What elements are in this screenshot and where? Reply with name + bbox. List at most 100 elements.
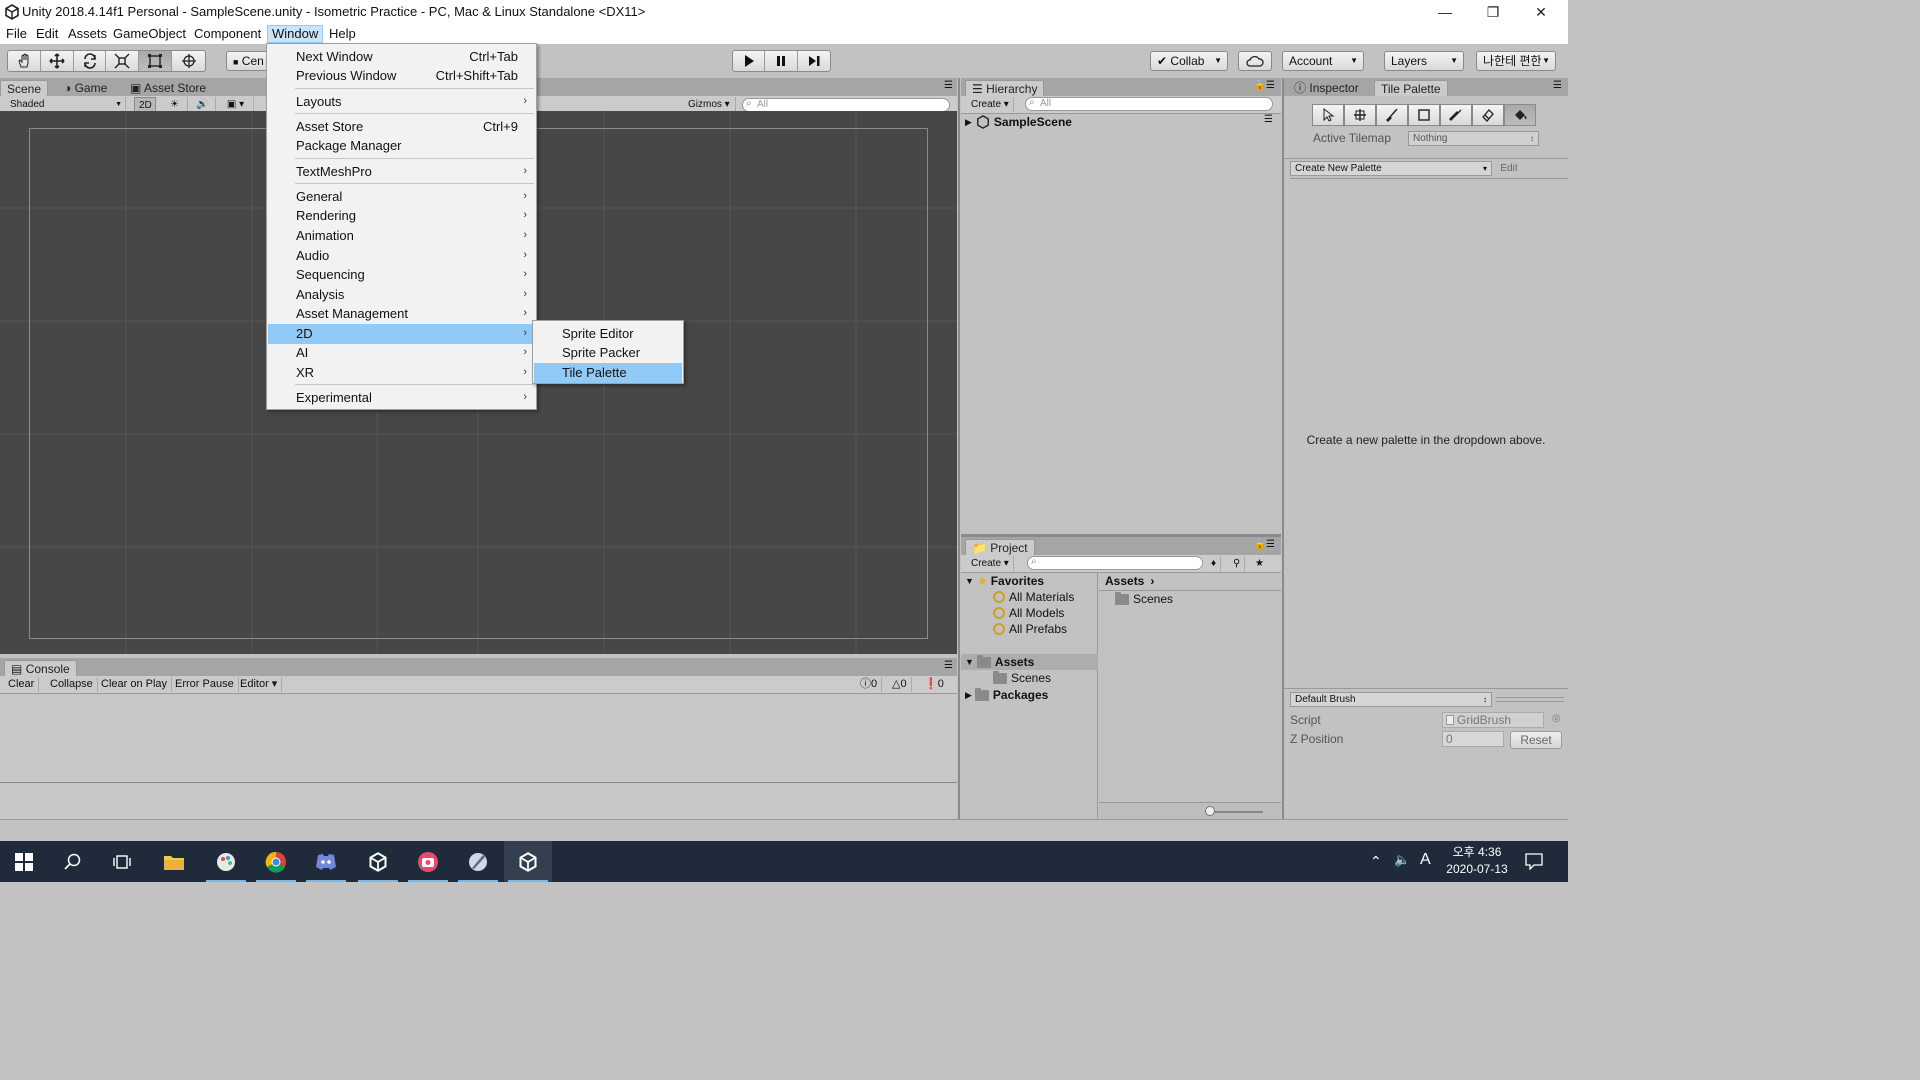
show-hidden-icons-chevron-icon[interactable]: ⌃ (1370, 853, 1382, 870)
console-error-toggle[interactable]: ❗0 (920, 677, 948, 692)
menu-tile-palette[interactable]: Tile Palette (534, 363, 682, 383)
shading-dropdown[interactable]: Shaded ▼ (6, 97, 126, 112)
discord-button[interactable] (302, 841, 350, 882)
menu-assets[interactable]: Assets (64, 25, 111, 43)
favorite-star-icon[interactable]: ★ (1251, 556, 1268, 571)
slider-handle[interactable] (1205, 806, 1215, 816)
panel-menu-icon[interactable]: ☰ (944, 80, 953, 91)
paint-app-button[interactable] (202, 841, 250, 882)
2d-toggle[interactable]: 2D (134, 97, 156, 112)
lighting-toggle-icon[interactable]: ☀ (162, 97, 188, 112)
close-button[interactable]: ✕ (1518, 0, 1564, 24)
tab-asset-store[interactable]: ▣ Asset Store (124, 80, 212, 96)
ime-indicator[interactable]: A (1420, 851, 1431, 869)
play-icon[interactable] (733, 51, 766, 71)
layers-dropdown[interactable]: Layers ▼ (1384, 51, 1464, 71)
chrome-button[interactable] (252, 841, 300, 882)
palette-dropdown[interactable]: Create New Palette ▾ (1290, 161, 1492, 176)
eraser-icon[interactable] (1472, 104, 1504, 126)
z-position-input[interactable]: 0 (1442, 731, 1504, 747)
menu-asset-store[interactable]: Asset Store Ctrl+9 (268, 117, 535, 137)
gizmos-dropdown[interactable]: Gizmos ▾ (684, 97, 736, 112)
menu-help[interactable]: Help (325, 25, 360, 43)
palette-edit-button[interactable]: Edit (1494, 161, 1524, 176)
notification-center-icon[interactable] (1524, 852, 1544, 873)
favorite-item[interactable]: All Models (993, 605, 1064, 621)
favorite-item[interactable]: All Prefabs (993, 621, 1067, 637)
menu-animation[interactable]: Animation › (268, 226, 535, 246)
hierarchy-create-dropdown[interactable]: Create ▾ (967, 97, 1014, 112)
icon-size-slider[interactable] (1209, 811, 1263, 813)
lock-and-menu-icon[interactable]: 🔒☰ (1254, 539, 1275, 550)
panel-menu-icon[interactable]: ☰ (944, 660, 953, 671)
menu-window[interactable]: Window (267, 25, 324, 43)
menu-analysis[interactable]: Analysis › (268, 285, 535, 305)
hierarchy-search-input[interactable]: All (1025, 97, 1273, 111)
menu-general[interactable]: General › (268, 187, 535, 207)
search-button[interactable] (49, 841, 97, 882)
pause-icon[interactable] (765, 51, 798, 71)
menu-experimental[interactable]: Experimental › (268, 388, 535, 408)
brush-panel-splitter[interactable] (1496, 697, 1564, 702)
move-tool-icon[interactable] (41, 51, 74, 71)
volume-icon[interactable]: 🔈 (1394, 852, 1410, 868)
menu-gameobject[interactable]: GameObject (109, 25, 190, 43)
file-explorer-button[interactable] (150, 841, 198, 882)
menu-sequencing[interactable]: Sequencing › (268, 265, 535, 285)
scene-root-row[interactable]: ▶ SampleScene (965, 114, 1072, 130)
breadcrumb[interactable]: Assets › (1105, 573, 1154, 589)
unity-hub-button[interactable] (354, 841, 402, 882)
splitter[interactable] (958, 78, 960, 819)
account-dropdown[interactable]: Account ▼ (1282, 51, 1364, 71)
console-editor-dropdown[interactable]: Editor ▾ (236, 677, 283, 692)
active-tilemap-dropdown[interactable]: Nothing ↕ (1408, 131, 1539, 146)
menu-component[interactable]: Component (190, 25, 265, 43)
scene-menu-icon[interactable]: ☰ (1264, 114, 1273, 125)
tab-scene[interactable]: Scene (0, 80, 49, 96)
flood-fill-icon[interactable] (1504, 104, 1536, 126)
project-create-dropdown[interactable]: Create ▾ (967, 556, 1014, 571)
console-log-list[interactable] (0, 694, 957, 782)
console-clear-on-play-button[interactable]: Clear on Play (97, 677, 173, 692)
scale-tool-icon[interactable] (106, 51, 140, 71)
console-info-toggle[interactable]: ⓘ0 (856, 677, 883, 692)
menu-rendering[interactable]: Rendering › (268, 206, 535, 226)
effects-dropdown-icon[interactable]: ▣ ▾ (218, 97, 254, 112)
console-warning-toggle[interactable]: △0 (888, 677, 912, 692)
menu-layouts[interactable]: Layouts › (268, 92, 535, 112)
hand-tool-icon[interactable] (8, 51, 41, 71)
rect-tool-icon[interactable] (139, 51, 173, 71)
tab-project[interactable]: 📁 Project (965, 539, 1035, 555)
transform-tool-icon[interactable] (172, 51, 205, 71)
console-collapse-button[interactable]: Collapse (46, 677, 98, 692)
tab-tile-palette[interactable]: Tile Palette (1374, 80, 1448, 96)
menu-textmeshpro[interactable]: TextMeshPro › (268, 162, 535, 182)
cloud-button[interactable] (1238, 51, 1272, 71)
krita-button[interactable] (454, 841, 502, 882)
tab-inspector[interactable]: ⓘ Inspector (1288, 80, 1365, 96)
select-tool-icon[interactable] (1312, 104, 1344, 126)
start-button[interactable] (0, 841, 48, 882)
menu-2d[interactable]: 2D › (268, 324, 535, 344)
move-selection-icon[interactable] (1344, 104, 1376, 126)
menu-next-window[interactable]: Next Window Ctrl+Tab (268, 47, 535, 67)
paintbrush-icon[interactable] (1376, 104, 1408, 126)
filter-by-label-icon[interactable]: ⚲ (1229, 556, 1246, 571)
filter-by-type-icon[interactable]: ♦ (1207, 556, 1222, 571)
collab-dropdown[interactable]: ✔ Collab ▼ (1150, 51, 1228, 71)
maximize-button[interactable]: ❐ (1470, 0, 1516, 24)
menu-asset-management[interactable]: Asset Management › (268, 304, 535, 324)
menu-audio[interactable]: Audio › (268, 246, 535, 266)
picker-icon[interactable] (1440, 104, 1472, 126)
menu-sprite-editor[interactable]: Sprite Editor (534, 324, 682, 344)
unity-editor-button[interactable] (504, 841, 552, 882)
pivot-toggle[interactable]: ■ Cen (226, 51, 270, 71)
scenes-folder-row[interactable]: Scenes (993, 670, 1051, 686)
menu-ai[interactable]: AI › (268, 343, 535, 363)
recorder-button[interactable] (404, 841, 452, 882)
brush-dropdown[interactable]: Default Brush ↕ (1290, 692, 1492, 707)
reset-button[interactable]: Reset (1510, 731, 1562, 749)
menu-edit[interactable]: Edit (32, 25, 62, 43)
box-fill-icon[interactable] (1408, 104, 1440, 126)
audio-toggle-icon[interactable]: 🔊 (190, 97, 216, 112)
